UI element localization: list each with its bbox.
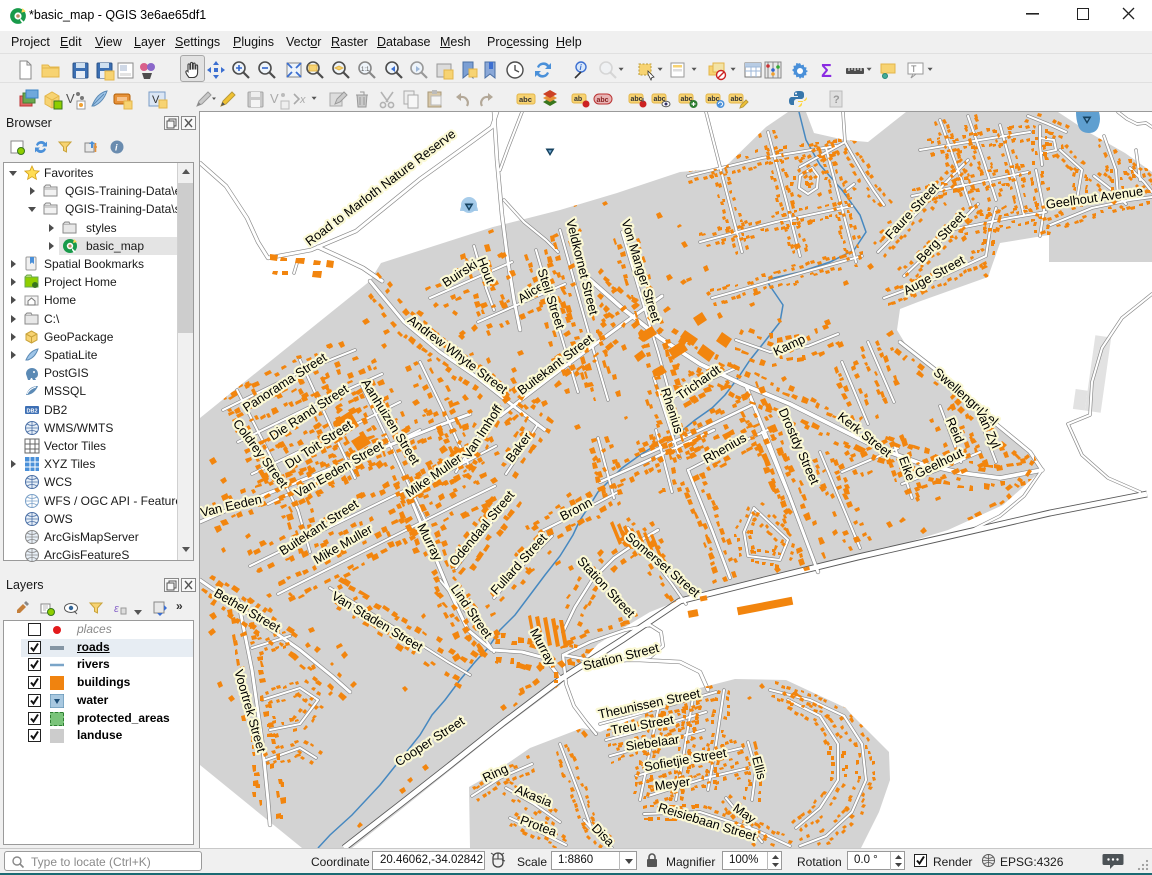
svg-text:DB2: DB2 (27, 408, 38, 414)
svg-text:ε: ε (114, 603, 119, 615)
svg-text:T: T (911, 64, 917, 74)
svg-text:Σ: Σ (821, 61, 832, 81)
svg-text:1:1: 1:1 (361, 67, 370, 73)
svg-text:ab: ab (574, 96, 582, 103)
svg-text:abc: abc (597, 97, 609, 104)
svg-text:V: V (66, 91, 75, 106)
svg-text:V: V (270, 91, 279, 106)
svg-text:abc: abc (731, 96, 743, 103)
svg-text:Road to Marloth Nature Reserve: Road to Marloth Nature Reserve (302, 126, 458, 249)
svg-text:abc: abc (519, 95, 532, 104)
svg-text:x: x (299, 94, 306, 106)
svg-text:?: ? (833, 94, 840, 106)
